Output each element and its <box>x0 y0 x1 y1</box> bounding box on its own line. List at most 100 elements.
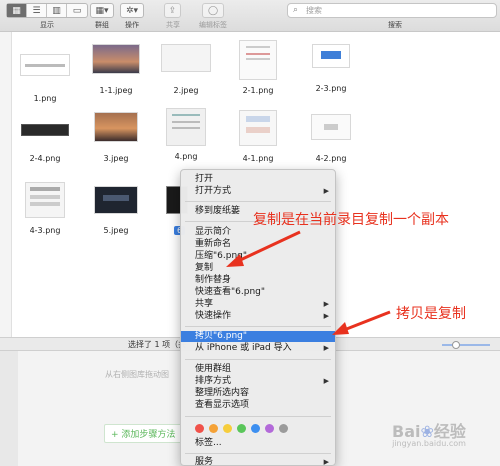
group-button[interactable]: ▦▾ <box>90 3 114 18</box>
menu-item-services[interactable]: 服务 ▶ <box>181 457 335 466</box>
file-name: 3.jpeg <box>103 154 129 163</box>
file-item[interactable]: 4.png <box>155 108 217 161</box>
menu-item-use-groups[interactable]: 使用群组 <box>181 364 335 375</box>
edit-tags-button[interactable]: ◯ <box>202 3 224 18</box>
view-label: 显示 <box>40 21 54 29</box>
file-item[interactable]: 2-3.png <box>300 44 362 93</box>
add-step-button[interactable]: + 添加步骤方法 <box>104 424 183 443</box>
tag-color-dot[interactable] <box>209 424 218 433</box>
icon-view-icon[interactable]: ▦ <box>7 4 27 17</box>
tag-color-dot[interactable] <box>279 424 288 433</box>
file-thumbnail <box>94 112 138 142</box>
menu-item-sort-by[interactable]: 排序方式 ▶ <box>181 376 335 387</box>
menu-item-duplicate[interactable]: 复制 <box>181 263 335 274</box>
file-thumbnail <box>20 54 70 76</box>
file-item[interactable]: 2.jpeg <box>155 44 217 95</box>
file-thumbnail <box>21 124 69 136</box>
file-name: 2-4.png <box>29 154 61 163</box>
file-name: 4.png <box>174 152 198 161</box>
tag-color-dot[interactable] <box>237 424 246 433</box>
menu-item-import-from-iphone[interactable]: 从 iPhone 或 iPad 导入 ▶ <box>181 343 335 354</box>
menu-item-make-alias[interactable]: 制作替身 <box>181 275 335 286</box>
view-mode-segmented-control[interactable]: ▦ ☰ ▥ ▭ <box>6 3 88 18</box>
search-input[interactable]: ⌕ 搜索 <box>287 3 497 18</box>
menu-item-quick-look[interactable]: 快速查看"6.png" <box>181 287 335 298</box>
submenu-arrow-icon: ▶ <box>323 312 329 320</box>
submenu-arrow-icon: ▶ <box>323 377 329 385</box>
file-thumbnail <box>161 44 211 72</box>
file-item[interactable]: 4-1.png <box>227 110 289 163</box>
gallery-view-icon[interactable]: ▭ <box>67 4 87 17</box>
menu-item-open[interactable]: 打开 <box>181 174 335 185</box>
file-item[interactable]: 4-3.png <box>14 182 76 235</box>
file-name: 1-1.jpeg <box>99 86 133 95</box>
background-left-bar <box>0 351 18 466</box>
tag-color-dot[interactable] <box>195 424 204 433</box>
menu-item-copy[interactable]: 拷贝"6.png" <box>181 331 335 342</box>
search-label: 搜索 <box>388 21 402 29</box>
action-button[interactable]: ✲▾ <box>120 3 144 18</box>
finder-toolbar: ▦ ☰ ▥ ▭ 显示 ▦▾ 群组 ✲▾ 操作 ⇪ 共享 ◯ 编辑标签 ⌕ 搜索 … <box>0 0 500 32</box>
sidebar-edge <box>0 32 12 337</box>
menu-item-share[interactable]: 共享 ▶ <box>181 299 335 310</box>
file-name: 4-3.png <box>29 226 61 235</box>
menu-item-quick-actions[interactable]: 快速操作 ▶ <box>181 311 335 322</box>
file-thumbnail <box>92 44 140 74</box>
menu-item-compress[interactable]: 压缩"6.png" <box>181 251 335 262</box>
column-view-icon[interactable]: ▥ <box>47 4 67 17</box>
file-item[interactable]: 2-1.png <box>227 40 289 95</box>
file-name: 2-3.png <box>315 84 347 93</box>
slider-knob[interactable] <box>452 341 460 349</box>
drag-hint: 从右侧图库拖动图 <box>105 370 169 379</box>
file-item[interactable]: 1.png <box>14 44 76 103</box>
submenu-arrow-icon: ▶ <box>323 458 329 466</box>
tag-color-dot[interactable] <box>251 424 260 433</box>
file-name: 2.jpeg <box>173 86 199 95</box>
search-icon: ⌕ <box>293 5 299 15</box>
annotation-copy-note: 复制是在当前录目复制一个副本 <box>253 212 449 228</box>
menu-item-rename[interactable]: 重新命名 <box>181 239 335 250</box>
menu-separator <box>185 453 331 454</box>
file-thumbnail <box>94 186 138 214</box>
tag-color-dot[interactable] <box>223 424 232 433</box>
search-placeholder: 搜索 <box>306 6 322 15</box>
menu-item-open-with[interactable]: 打开方式 ▶ <box>181 186 335 197</box>
menu-item-tags[interactable]: 标签... <box>181 438 335 449</box>
menu-item-show-view-options[interactable]: 查看显示选项 <box>181 400 335 411</box>
list-view-icon[interactable]: ☰ <box>27 4 47 17</box>
file-name: 2-1.png <box>242 86 274 95</box>
group-label: 群组 <box>95 21 109 29</box>
menu-separator <box>185 201 331 202</box>
submenu-arrow-icon: ▶ <box>323 300 329 308</box>
file-item[interactable]: 3.jpeg <box>85 112 147 163</box>
file-thumbnail <box>312 44 350 68</box>
file-item[interactable]: 5.jpeg <box>85 186 147 235</box>
annotation-duplicate-note: 拷贝是复制 <box>396 306 466 322</box>
baidu-watermark: Bai❀经验 jingyan.baidu.com <box>392 422 466 448</box>
file-item[interactable]: 1-1.jpeg <box>85 44 147 95</box>
file-name: 5.jpeg <box>103 226 129 235</box>
file-thumbnail <box>239 40 277 80</box>
file-name: 1.png <box>33 94 57 103</box>
file-thumbnail <box>311 114 351 140</box>
share-label: 共享 <box>166 21 180 29</box>
menu-item-clean-up-selection[interactable]: 整理所选内容 <box>181 388 335 399</box>
gear-icon: ✲▾ <box>125 5 139 16</box>
file-thumbnail <box>166 108 206 146</box>
group-icon: ▦▾ <box>95 5 109 16</box>
file-item[interactable]: 4-2.png <box>300 114 362 163</box>
submenu-arrow-icon: ▶ <box>323 344 329 352</box>
file-name: 4-2.png <box>315 154 347 163</box>
selection-status: 选择了 1 项（共 <box>128 340 187 349</box>
submenu-arrow-icon: ▶ <box>323 187 329 195</box>
file-item[interactable]: 2-4.png <box>14 116 76 163</box>
share-icon: ⇪ <box>168 5 177 16</box>
edit-tags-label: 编辑标签 <box>199 21 227 29</box>
file-thumbnail <box>239 110 277 146</box>
menu-separator <box>185 326 331 327</box>
file-thumbnail <box>25 182 65 218</box>
tag-color-dot[interactable] <box>265 424 274 433</box>
icon-size-slider[interactable] <box>442 341 490 349</box>
share-button[interactable]: ⇪ <box>164 3 181 18</box>
action-label: 操作 <box>125 21 139 29</box>
